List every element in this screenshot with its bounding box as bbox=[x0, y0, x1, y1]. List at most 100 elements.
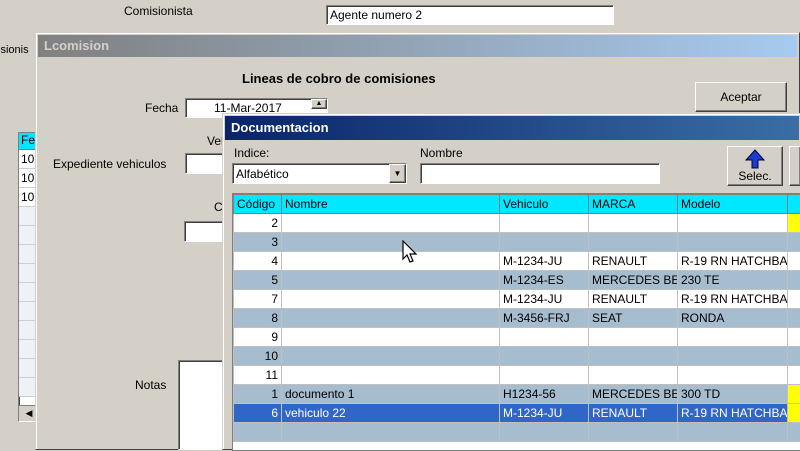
nombre-input[interactable] bbox=[420, 163, 660, 184]
cell-codigo: 8 bbox=[234, 309, 282, 328]
lcomision-title-bar[interactable]: Lcomision bbox=[38, 35, 797, 57]
cell-marca bbox=[589, 233, 678, 252]
documentacion-window: Documentacion Indice: Alfabético ▼ Nombr… bbox=[222, 113, 800, 450]
lcomision-heading: Lineas de cobro de comisiones bbox=[242, 71, 436, 86]
cell-nombre bbox=[282, 252, 500, 271]
cell-nombre bbox=[282, 271, 500, 290]
selec-button[interactable]: Selec. bbox=[727, 146, 783, 186]
cell-marca: MERCEDES BEN bbox=[589, 385, 678, 404]
cell-codigo bbox=[234, 423, 282, 442]
cell-marca bbox=[589, 214, 678, 233]
cell-vehiculo: M-3456-FRJ bbox=[500, 309, 589, 328]
expediente-vehiculos-label: Expediente vehiculos bbox=[53, 157, 166, 171]
cell-nombre bbox=[282, 309, 500, 328]
lcomision-title: Lcomision bbox=[44, 38, 109, 53]
cell-marker bbox=[788, 366, 800, 385]
cell-modelo bbox=[678, 328, 788, 347]
table-row[interactable]: 1documento 1H1234-56MERCEDES BEN300 TD bbox=[234, 385, 800, 404]
table-row[interactable]: 10 bbox=[234, 347, 800, 366]
documentacion-grid[interactable]: Código Nombre Vehiculo MARCA Modelo 234M… bbox=[232, 193, 800, 451]
cell-nombre bbox=[282, 423, 500, 442]
cell-nombre bbox=[282, 366, 500, 385]
cell-codigo: 4 bbox=[234, 252, 282, 271]
table-row[interactable]: 3 bbox=[234, 233, 800, 252]
cell-vehiculo bbox=[500, 423, 589, 442]
cell-vehiculo bbox=[500, 214, 589, 233]
fecha-spin-up-button[interactable]: ▲ bbox=[311, 99, 327, 109]
fecha-label: Fecha bbox=[145, 101, 178, 115]
chevron-down-icon: ▼ bbox=[394, 169, 402, 178]
cell-nombre bbox=[282, 328, 500, 347]
cell-marca: RENAULT bbox=[589, 404, 678, 423]
table-row[interactable]: 9 bbox=[234, 328, 800, 347]
table-row[interactable] bbox=[234, 423, 800, 442]
indice-select[interactable]: Alfabético ▼ bbox=[232, 163, 407, 184]
cell-marker bbox=[788, 404, 800, 423]
background-cut-label: isionis bbox=[0, 44, 29, 56]
table-row[interactable]: 2 bbox=[234, 214, 800, 233]
cell-codigo: 9 bbox=[234, 328, 282, 347]
table-row[interactable]: 7M-1234-JURENAULTR-19 RN HATCHBA bbox=[234, 290, 800, 309]
cell-modelo: R-19 RN HATCHBA bbox=[678, 290, 788, 309]
cell-vehiculo: H1234-56 bbox=[500, 385, 589, 404]
mouse-cursor-icon bbox=[402, 240, 418, 264]
cell-marker bbox=[788, 309, 800, 328]
cell-marca bbox=[589, 366, 678, 385]
cell-nombre: vehiculo 22 bbox=[282, 404, 500, 423]
cell-modelo bbox=[678, 347, 788, 366]
table-row[interactable]: 6vehiculo 22M-1234-JURENAULTR-19 RN HATC… bbox=[234, 404, 800, 423]
cell-marca: RENAULT bbox=[589, 290, 678, 309]
notas-label: Notas bbox=[135, 378, 166, 392]
cell-modelo: RONDA bbox=[678, 309, 788, 328]
cell-codigo: 6 bbox=[234, 404, 282, 423]
cell-modelo: R-19 RN HATCHBA bbox=[678, 252, 788, 271]
cell-marca bbox=[589, 423, 678, 442]
column-header-vehiculo[interactable]: Vehiculo bbox=[500, 195, 589, 214]
table-row[interactable]: 8M-3456-FRJSEATRONDA bbox=[234, 309, 800, 328]
cell-codigo: 11 bbox=[234, 366, 282, 385]
cell-codigo: 10 bbox=[234, 347, 282, 366]
cell-marker bbox=[788, 385, 800, 404]
documentacion-title: Documentacion bbox=[231, 120, 329, 135]
column-header-nombre[interactable]: Nombre bbox=[282, 195, 500, 214]
comisionista-label: Comisionista bbox=[124, 4, 193, 18]
table-row[interactable]: 5M-1234-ESMERCEDES BEN230 TE bbox=[234, 271, 800, 290]
column-header-codigo[interactable]: Código bbox=[234, 195, 282, 214]
cell-marca: MERCEDES BEN bbox=[589, 271, 678, 290]
selec-label: Selec. bbox=[738, 169, 771, 183]
cell-marca bbox=[589, 347, 678, 366]
cell-marker bbox=[788, 252, 800, 271]
column-header-modelo[interactable]: Modelo bbox=[678, 195, 788, 214]
cell-marker bbox=[788, 347, 800, 366]
table-row[interactable]: 4M-1234-JURENAULTR-19 RN HATCHBA bbox=[234, 252, 800, 271]
cell-marca bbox=[589, 328, 678, 347]
nombre-label: Nombre bbox=[420, 146, 463, 160]
cell-marker bbox=[788, 328, 800, 347]
cell-codigo: 3 bbox=[234, 233, 282, 252]
cell-vehiculo bbox=[500, 233, 589, 252]
cell-vehiculo: M-1234-JU bbox=[500, 404, 589, 423]
indice-value: Alfabético bbox=[236, 167, 289, 181]
cell-nombre bbox=[282, 214, 500, 233]
cell-vehiculo bbox=[500, 347, 589, 366]
cell-nombre bbox=[282, 233, 500, 252]
cell-vehiculo bbox=[500, 366, 589, 385]
indice-label: Indice: bbox=[234, 146, 269, 160]
cell-marca: RENAULT bbox=[589, 252, 678, 271]
table-row[interactable]: 11 bbox=[234, 366, 800, 385]
documentacion-title-bar[interactable]: Documentacion bbox=[225, 116, 799, 140]
cell-modelo: 230 TE bbox=[678, 271, 788, 290]
cell-nombre bbox=[282, 347, 500, 366]
column-header-marca[interactable]: MARCA bbox=[589, 195, 678, 214]
next-button[interactable] bbox=[789, 146, 800, 186]
column-header-extra bbox=[788, 195, 800, 214]
cell-modelo: 300 TD bbox=[678, 385, 788, 404]
arrow-up-icon bbox=[745, 149, 765, 169]
cell-nombre: documento 1 bbox=[282, 385, 500, 404]
cell-modelo bbox=[678, 366, 788, 385]
indice-dropdown-button[interactable]: ▼ bbox=[389, 164, 406, 183]
cell-marker bbox=[788, 214, 800, 233]
aceptar-button[interactable]: Aceptar bbox=[695, 82, 787, 112]
grid-header-row: Código Nombre Vehiculo MARCA Modelo bbox=[234, 195, 800, 214]
comisionista-field[interactable]: Agente numero 2 bbox=[326, 5, 614, 25]
